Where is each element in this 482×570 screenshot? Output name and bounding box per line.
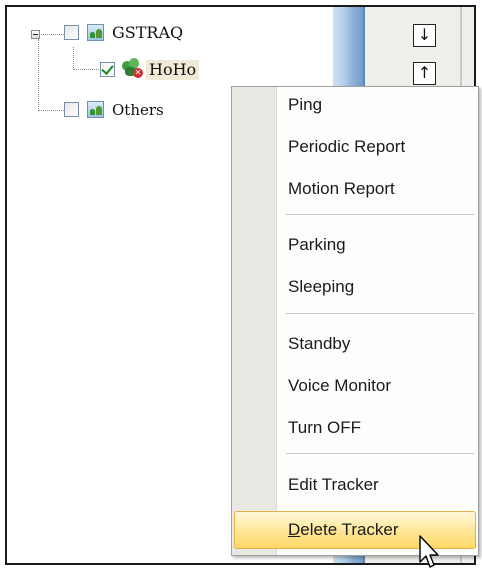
menu-icon-gutter: [232, 87, 277, 555]
menu-separator: [286, 313, 474, 314]
menu-item-label: elete Tracker: [300, 520, 399, 539]
node-label[interactable]: HoHo: [146, 60, 200, 80]
tree-connector-line: [38, 39, 39, 111]
menu-item-parking[interactable]: Parking: [288, 227, 468, 263]
menu-mnemonic: D: [288, 520, 301, 539]
arrow-up-icon: ↑: [417, 63, 432, 82]
move-up-button[interactable]: ↑: [413, 62, 436, 85]
arrow-down-icon: ↓: [417, 25, 432, 44]
menu-item-voice-monitor[interactable]: Voice Monitor: [288, 368, 468, 404]
menu-item-delete-tracker[interactable]: Delete Tracker: [288, 512, 468, 548]
mouse-pointer-icon: [419, 535, 439, 568]
node-checkbox-checked[interactable]: [100, 62, 115, 77]
menu-item-edit-tracker[interactable]: Edit Tracker: [288, 467, 468, 503]
move-down-button[interactable]: ↓: [413, 24, 436, 47]
context-menu: Ping Periodic Report Motion Report Parki…: [231, 86, 479, 556]
menu-item-standby[interactable]: Standby: [288, 326, 468, 362]
node-label[interactable]: Others: [112, 100, 164, 120]
collapse-icon[interactable]: [31, 30, 40, 39]
tree-connector-line: [38, 34, 64, 35]
menu-item-periodic-report[interactable]: Periodic Report: [288, 129, 468, 165]
menu-item-ping[interactable]: Ping: [288, 87, 468, 123]
node-label[interactable]: GSTRAQ: [112, 23, 183, 43]
node-checkbox[interactable]: [64, 102, 79, 117]
tree-connector-line: [73, 69, 99, 70]
menu-item-motion-report[interactable]: Motion Report: [288, 171, 468, 207]
menu-item-sleeping[interactable]: Sleeping: [288, 269, 468, 305]
tree-connector-line: [38, 110, 64, 111]
menu-item-turn-off[interactable]: Turn OFF: [288, 410, 468, 446]
node-checkbox[interactable]: [64, 25, 79, 40]
check-icon: [101, 62, 114, 75]
tracker-offline-icon: ✕: [121, 58, 143, 78]
group-icon: [87, 24, 104, 41]
tree-connector-line: [73, 47, 74, 70]
menu-separator: [286, 214, 474, 215]
group-icon: [87, 101, 104, 118]
menu-separator: [286, 453, 474, 454]
